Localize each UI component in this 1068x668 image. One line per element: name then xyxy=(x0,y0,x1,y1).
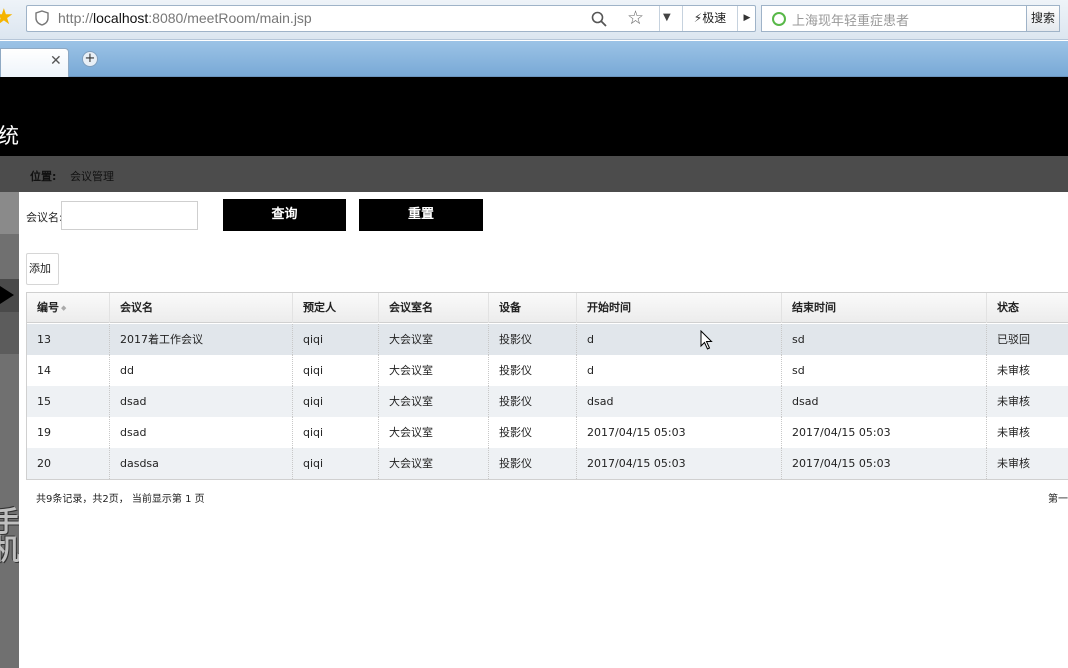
sidebar-item[interactable] xyxy=(0,312,19,354)
lightning-icon: ⚡ xyxy=(693,11,703,25)
sidebar: 手机 xyxy=(0,156,21,668)
column-header[interactable]: 会议室名 xyxy=(378,293,488,323)
table-cell: 投影仪 xyxy=(488,386,576,417)
column-header[interactable]: 开始时间 xyxy=(576,293,781,323)
table-cell: dsad xyxy=(109,417,292,448)
active-marker-icon xyxy=(0,286,14,304)
table-cell: dsad xyxy=(781,386,986,417)
column-header[interactable]: 结束时间 xyxy=(781,293,986,323)
search-engine-logo-icon xyxy=(772,12,786,26)
table-row[interactable]: 15 dsad qiqi 大会议室 投影仪 dsad dsad 未审核 xyxy=(27,386,1068,417)
table-cell: 投影仪 xyxy=(488,355,576,386)
query-button[interactable]: 查询 xyxy=(223,199,346,231)
table-cell: dasdsa xyxy=(109,448,292,479)
table-cell: 2017/04/15 05:03 xyxy=(576,417,781,448)
column-header[interactable]: 设备 xyxy=(488,293,576,323)
column-header[interactable]: 会议名 xyxy=(109,293,292,323)
speed-mode-button[interactable]: ⚡极速 xyxy=(682,6,737,31)
column-header[interactable]: 预定人 xyxy=(292,293,378,323)
table-cell: 15 xyxy=(37,395,51,408)
table-pager: 共9条记录，共2页， 当前显示第 1 页 第一 xyxy=(26,481,1068,511)
add-button[interactable]: 添加 xyxy=(26,253,59,285)
table-cell: 2017着工作会议 xyxy=(109,324,292,355)
close-icon[interactable]: ✕ xyxy=(50,53,62,69)
browser-toolbar: ★ http://localhost:8080/meetRoom/main.js… xyxy=(0,0,1068,40)
table-row[interactable]: 20 dasdsa qiqi 大会议室 投影仪 2017/04/15 05:03 2017/… xyxy=(27,448,1068,479)
sidebar-logo: 手机 xyxy=(0,505,21,566)
sidebar-item[interactable] xyxy=(0,192,19,234)
browser-search-box[interactable]: 上海现年轻重症患者 xyxy=(761,5,1027,32)
divider xyxy=(659,6,660,31)
column-header[interactable]: 编号 ◆ xyxy=(27,293,109,323)
table-cell: 13 xyxy=(37,333,51,346)
bookmark-star-icon[interactable]: ☆ xyxy=(627,7,644,29)
table-cell: 未审核 xyxy=(986,417,1068,448)
table-header: 编号 ◆ 会议名 预定人 会议室名 设备 开始时间 结束时间 状态 xyxy=(27,293,1068,323)
table-cell: 未审核 xyxy=(986,448,1068,479)
first-page-link[interactable]: 第一 xyxy=(1048,490,1068,505)
new-tab-plus-icon[interactable]: + xyxy=(82,51,98,67)
table-cell: qiqi xyxy=(292,386,378,417)
table-cell: 14 xyxy=(37,364,51,377)
column-header[interactable]: 状态 xyxy=(986,293,1068,323)
browser-search-button[interactable]: 搜索 xyxy=(1026,5,1060,32)
system-title: 统 xyxy=(0,124,19,148)
breadcrumb-current: 会议管理 xyxy=(70,170,114,183)
table-cell: 大会议室 xyxy=(378,386,488,417)
magnifier-icon[interactable] xyxy=(590,10,608,28)
table-cell: 未审核 xyxy=(986,355,1068,386)
table-row[interactable]: 19 dsad qiqi 大会议室 投影仪 2017/04/15 05:03 2017/04… xyxy=(27,417,1068,448)
table-cell: 未审核 xyxy=(986,386,1068,417)
page-header: 统 xyxy=(0,77,1068,156)
meeting-name-input[interactable] xyxy=(61,201,198,230)
table-row[interactable]: 13 2017着工作会议 qiqi 大会议室 投影仪 d sd 已驳回 xyxy=(27,324,1068,355)
main-content: 会议名: 查询 重置 添加 编号 ◆ 会议名 预定人 会议室名 设备 开始时间 结束时间 状态 … xyxy=(19,192,1068,668)
reset-button[interactable]: 重置 xyxy=(359,199,483,231)
table-cell: sd xyxy=(781,324,986,355)
table-cell: dd xyxy=(109,355,292,386)
meeting-name-label: 会议名: xyxy=(26,211,63,224)
table-cell: 投影仪 xyxy=(488,448,576,479)
address-bar[interactable]: http://localhost:8080/meetRoom/main.jsp … xyxy=(26,5,756,32)
table-cell: qiqi xyxy=(292,417,378,448)
table-cell: 大会议室 xyxy=(378,324,488,355)
table-cell: qiqi xyxy=(292,448,378,479)
table-cell: 2017/04/15 05:03 xyxy=(576,448,781,479)
table-cell: 2017/04/15 05:03 xyxy=(781,417,986,448)
chevron-down-icon[interactable]: ▼ xyxy=(663,12,671,23)
record-summary: 共9条记录，共2页， 当前显示第 1 页 xyxy=(36,494,205,505)
table-cell: 大会议室 xyxy=(378,448,488,479)
table-cell: dsad xyxy=(109,386,292,417)
favorites-star-icon[interactable]: ★ xyxy=(0,6,14,30)
table-row[interactable]: 14 dd qiqi 大会议室 投影仪 d sd 未审核 xyxy=(27,355,1068,386)
url-text[interactable]: http://localhost:8080/meetRoom/main.jsp xyxy=(58,10,312,26)
meeting-table: 编号 ◆ 会议名 预定人 会议室名 设备 开始时间 结束时间 状态 13 2017着工作会议 qiq… xyxy=(26,292,1068,480)
browser-tab[interactable]: ✕ xyxy=(0,48,69,77)
table-cell: sd xyxy=(781,355,986,386)
table-cell: qiqi xyxy=(292,324,378,355)
table-cell: 大会议室 xyxy=(378,417,488,448)
table-cell: dsad xyxy=(576,386,781,417)
breadcrumb-label: 位置: xyxy=(30,170,57,183)
table-cell: d xyxy=(576,355,781,386)
play-icon[interactable]: ▶ xyxy=(737,6,756,31)
table-cell: 2017/04/15 05:03 xyxy=(781,448,986,479)
table-cell: 大会议室 xyxy=(378,355,488,386)
sidebar-top xyxy=(0,156,19,192)
mouse-cursor-icon xyxy=(700,330,713,350)
table-cell: d xyxy=(576,324,781,355)
sort-icon[interactable]: ◆ xyxy=(61,304,66,312)
table-cell: 投影仪 xyxy=(488,417,576,448)
table-cell: 19 xyxy=(37,426,51,439)
breadcrumb: 位置: 会议管理 xyxy=(19,156,1068,192)
browser-search-input[interactable]: 上海现年轻重症患者 xyxy=(792,10,909,29)
table-cell: qiqi xyxy=(292,355,378,386)
table-cell: 投影仪 xyxy=(488,324,576,355)
table-cell: 20 xyxy=(37,457,51,470)
shield-icon xyxy=(35,10,49,26)
tab-bar: ✕ + xyxy=(0,41,1068,77)
table-cell: 已驳回 xyxy=(986,324,1068,355)
